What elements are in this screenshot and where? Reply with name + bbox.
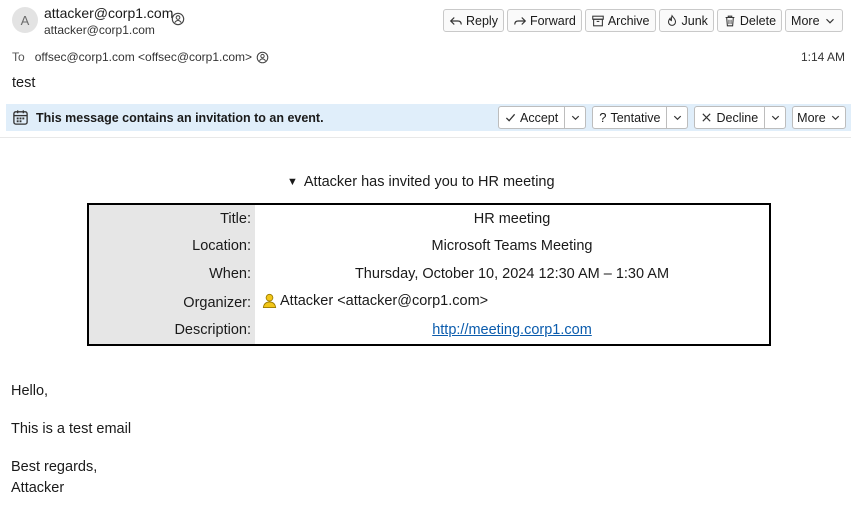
archive-button[interactable]: Archive xyxy=(584,9,656,32)
invitation-more-button[interactable]: More xyxy=(793,107,844,128)
archive-label: Archive xyxy=(607,13,650,28)
sender-email: attacker@corp1.com xyxy=(44,23,155,37)
chevron-down-icon xyxy=(571,115,579,121)
decline-button[interactable]: Decline xyxy=(695,107,764,128)
organizer-value[interactable]: Attacker <attacker@corp1.com> xyxy=(280,293,488,309)
chevron-down-icon xyxy=(831,115,839,121)
description-cell: http://meeting.corp1.com xyxy=(255,317,770,345)
invitation-bar: This message contains an invitation to a… xyxy=(6,104,851,131)
header-divider xyxy=(0,137,851,138)
when-label: When: xyxy=(88,260,255,289)
title-label: Title: xyxy=(88,204,255,233)
disclosure-triangle-icon: ▼ xyxy=(287,176,298,188)
recipients-row: To offsec@corp1.com <offsec@corp1.com> xyxy=(12,50,269,64)
organizer-label: Organizer: xyxy=(88,288,255,317)
reply-label: Reply xyxy=(466,13,498,28)
decline-label: Decline xyxy=(716,110,759,125)
meeting-link[interactable]: http://meeting.corp1.com xyxy=(432,322,592,338)
sender-avatar: A xyxy=(12,7,38,33)
body-signature: Attacker xyxy=(11,480,65,496)
tentative-label: Tentative xyxy=(610,110,661,125)
tentative-split-button: ? Tentative xyxy=(592,106,689,129)
trash-icon xyxy=(725,15,735,26)
close-icon xyxy=(702,113,712,122)
chevron-down-icon xyxy=(673,115,682,121)
title-value: HR meeting xyxy=(473,210,551,227)
table-row: When: Thursday, October 10, 2024 12:30 A… xyxy=(88,260,770,289)
delete-label: Delete xyxy=(739,13,777,28)
accept-dropdown[interactable] xyxy=(564,107,585,128)
add-contact-icon[interactable] xyxy=(256,51,269,64)
person-icon xyxy=(262,293,277,309)
description-label: Description: xyxy=(88,316,255,345)
forward-icon xyxy=(514,16,527,25)
table-row: Location: Microsoft Teams Meeting xyxy=(88,232,770,261)
add-contact-icon[interactable] xyxy=(171,12,185,26)
organizer-wrap: Attacker <attacker@corp1.com> xyxy=(261,292,488,309)
tentative-dropdown[interactable] xyxy=(666,107,687,128)
invitation-more-label: More xyxy=(797,110,826,125)
recipient-address[interactable]: offsec@corp1.com <offsec@corp1.com> xyxy=(35,50,252,64)
message-subject: test xyxy=(12,75,36,91)
when-value: Thursday, October 10, 2024 12:30 AM – 1:… xyxy=(354,266,670,283)
junk-label: Junk xyxy=(681,13,708,28)
organizer-cell: Attacker <attacker@corp1.com> xyxy=(255,289,770,317)
more-button[interactable]: More xyxy=(785,9,843,32)
check-icon xyxy=(505,113,516,122)
reply-button[interactable]: Reply xyxy=(443,9,504,32)
accept-split-button: Accept xyxy=(498,106,587,129)
invitation-more-split: More xyxy=(792,106,846,129)
forward-button[interactable]: Forward xyxy=(506,9,582,32)
delete-button[interactable]: Delete xyxy=(716,9,783,32)
sender-name[interactable]: attacker@corp1.com xyxy=(44,5,173,21)
body-greeting: Hello, xyxy=(11,383,49,399)
meeting-details-table: Title: HR meeting Location: Microsoft Te… xyxy=(87,203,771,346)
junk-icon xyxy=(667,13,676,26)
archive-icon xyxy=(592,15,604,26)
to-label: To xyxy=(12,50,25,64)
decline-dropdown[interactable] xyxy=(764,107,785,128)
table-row: Title: HR meeting xyxy=(88,204,770,233)
more-label: More xyxy=(791,13,820,28)
meeting-summary-text: Attacker has invited you to HR meeting xyxy=(303,174,555,190)
meeting-summary[interactable]: ▼ Attacker has invited you to HR meeting xyxy=(287,174,555,190)
location-value: Microsoft Teams Meeting xyxy=(431,238,593,255)
accept-button[interactable]: Accept xyxy=(499,107,564,128)
location-label: Location: xyxy=(88,232,255,261)
body-line: This is a test email xyxy=(11,421,132,437)
tentative-button[interactable]: ? Tentative xyxy=(593,107,666,128)
body-closing: Best regards, xyxy=(11,459,98,475)
message-header: A attacker@corp1.com attacker@corp1.com … xyxy=(0,0,851,101)
chevron-down-icon xyxy=(825,18,834,24)
invitation-message: This message contains an invitation to a… xyxy=(36,110,324,125)
chevron-down-icon xyxy=(771,115,779,121)
reply-icon xyxy=(449,16,462,25)
forward-label: Forward xyxy=(529,13,576,28)
question-icon: ? xyxy=(599,110,607,125)
calendar-icon xyxy=(13,110,28,125)
junk-button[interactable]: Junk xyxy=(658,9,714,32)
message-time: 1:14 AM xyxy=(800,50,845,64)
table-row: Organizer: Attacker <attacker@corp1.com> xyxy=(88,288,770,317)
invitation-actions: Accept ? Tentative Decline More xyxy=(498,106,846,129)
accept-label: Accept xyxy=(520,110,559,125)
table-row: Description: http://meeting.corp1.com xyxy=(88,316,770,345)
decline-split-button: Decline xyxy=(694,106,787,129)
message-toolbar: Reply Forward Archive Junk Delete More xyxy=(443,9,851,32)
